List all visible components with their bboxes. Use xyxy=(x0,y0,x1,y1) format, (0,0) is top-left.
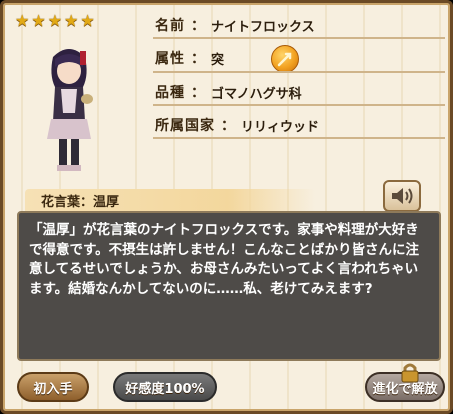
colon: ： xyxy=(191,18,205,34)
voice-play-button[interactable] xyxy=(383,180,421,212)
first-acquire-label: 初入手 xyxy=(33,381,73,397)
speaker-icon xyxy=(392,188,413,204)
family-label: 品種 xyxy=(155,85,185,101)
lock-icon xyxy=(401,363,419,383)
family-row: 品種 ： ゴマノハグサ科 xyxy=(155,80,302,104)
character-card-panel: ★ ★ ★ ★ ★ 名前 ： ナイトフロックス 属性 ： 突 品種 ： ゴマノハ… xyxy=(0,0,453,414)
row-divider xyxy=(153,37,445,39)
first-acquire-button[interactable]: 初入手 xyxy=(17,372,89,402)
name-label: 名前 xyxy=(155,18,185,34)
row-divider xyxy=(153,104,445,106)
star-icon: ★ xyxy=(80,11,95,30)
attribute-value: 突 xyxy=(211,52,225,68)
character-portrait xyxy=(47,49,93,171)
attribute-row: 属性 ： 突 xyxy=(155,46,224,70)
affection-label: 好感度100% xyxy=(125,381,205,397)
hanakotoba-header: 花言葉：温厚 xyxy=(25,189,315,211)
star-icon: ★ xyxy=(15,11,30,30)
nation-row: 所属国家 ： リリィウッド xyxy=(155,113,319,137)
row-divider xyxy=(153,71,445,73)
colon: ： xyxy=(221,118,235,134)
star-icon: ★ xyxy=(64,11,79,30)
thrust-attribute-icon xyxy=(271,45,299,73)
row-divider xyxy=(153,137,445,139)
colon: ： xyxy=(191,85,205,101)
affection-button[interactable]: 好感度100% xyxy=(113,372,217,402)
family-value: ゴマノハグサ科 xyxy=(211,86,302,102)
hanakotoba-text-box: 「温厚」が花言葉のナイトフロックスです。家事や料理が大好きで得意です。不摂生は許… xyxy=(17,211,441,361)
star-icon: ★ xyxy=(47,11,63,30)
star-icon: ★ xyxy=(31,11,46,30)
nation-label: 所属国家 xyxy=(155,118,215,134)
attribute-label: 属性 xyxy=(155,51,185,67)
hanakotoba-label: 花言葉：温厚 xyxy=(41,194,120,210)
nation-value: リリィウッド xyxy=(241,119,320,135)
name-row: 名前 ： ナイトフロックス xyxy=(155,13,315,37)
colon: ： xyxy=(191,51,205,67)
rarity-stars: ★ ★ ★ ★ ★ xyxy=(15,13,95,29)
hanakotoba-text: 「温厚」が花言葉のナイトフロックスです。家事や料理が大好きで得意です。不摂生は許… xyxy=(29,222,420,297)
name-value: ナイトフロックス xyxy=(211,19,315,35)
